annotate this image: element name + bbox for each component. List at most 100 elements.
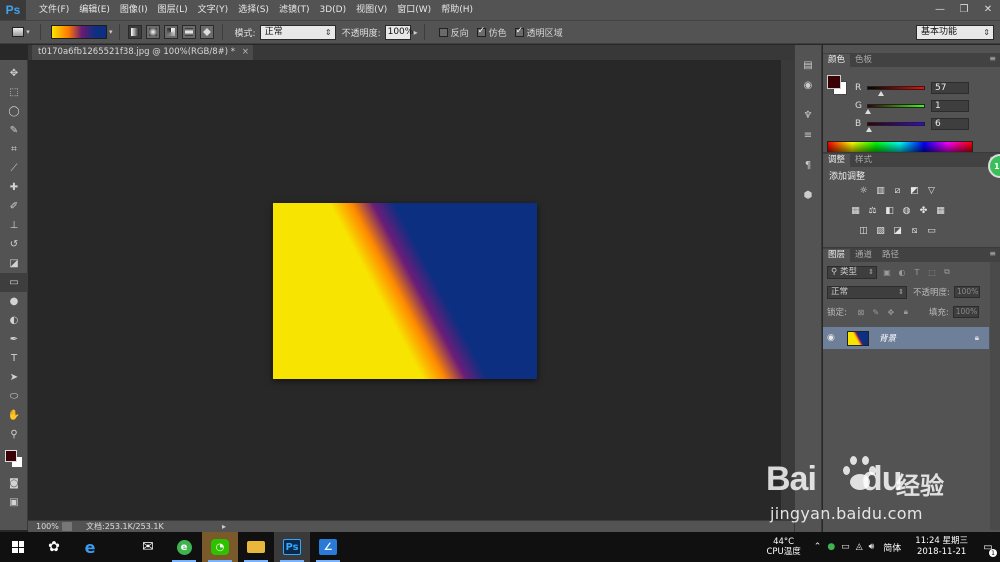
menu-item-10[interactable]: 帮助(H) xyxy=(436,0,478,20)
history-panel-icon[interactable]: ▤ xyxy=(795,55,821,75)
zoom-tool-icon[interactable]: ⚲ xyxy=(0,425,28,444)
tab-paths[interactable]: 路径 xyxy=(877,249,904,262)
slider-value-input[interactable]: 1 xyxy=(931,100,969,112)
color-lookup-icon[interactable]: ▦ xyxy=(934,205,947,217)
photo-filter-icon[interactable]: ◍ xyxy=(900,205,913,217)
properties-panel-icon[interactable]: ◉ xyxy=(795,75,821,95)
brush-presets-icon[interactable]: ≡ xyxy=(795,125,821,145)
fill-input[interactable]: 100% xyxy=(952,306,979,318)
brush-tool-icon[interactable]: ✐ xyxy=(0,197,28,216)
adjustment-filter-icon[interactable]: ◐ xyxy=(897,267,907,277)
selective-color-icon[interactable]: ⧅ xyxy=(908,225,921,237)
screen-mode-icon[interactable]: ▣ xyxy=(0,493,28,512)
system-clock[interactable]: 11:24 星期三 2018-11-21 xyxy=(915,536,968,558)
slider-value-input[interactable]: 6 xyxy=(931,118,969,130)
marquee-tool-icon[interactable]: ⬚ xyxy=(0,83,28,102)
tab-styles[interactable]: 样式 xyxy=(850,154,877,167)
lock-image-icon[interactable]: ✎ xyxy=(871,307,881,317)
black-white-icon[interactable]: ◧ xyxy=(883,205,896,217)
menu-item-7[interactable]: 3D(D) xyxy=(314,0,351,20)
chevron-up-icon[interactable]: ⌃ xyxy=(814,542,822,552)
angle-gradient-button[interactable] xyxy=(163,25,178,39)
menu-item-2[interactable]: 图像(I) xyxy=(115,0,153,20)
hand-tool-icon[interactable]: ✋ xyxy=(0,406,28,425)
eraser-tool-icon[interactable]: ◪ xyxy=(0,254,28,273)
slider-knob[interactable] xyxy=(866,127,873,132)
cpu-temperature[interactable]: 44°C CPU温度 xyxy=(766,537,800,557)
history-brush-tool-icon[interactable]: ↺ xyxy=(0,235,28,254)
gradient-tool-icon[interactable]: ▭ xyxy=(0,273,28,292)
paragraph-panel-icon[interactable]: ¶ xyxy=(795,155,821,175)
restore-button[interactable]: ❐ xyxy=(952,0,976,18)
levels-icon[interactable]: ▥ xyxy=(874,185,887,197)
dither-checkbox[interactable] xyxy=(476,26,486,37)
panel-menu-icon[interactable]: ≡ xyxy=(989,54,996,63)
slider-knob[interactable] xyxy=(865,109,872,114)
minimize-button[interactable]: — xyxy=(928,0,952,18)
color-panel-foreground[interactable] xyxy=(827,75,841,89)
move-tool-icon[interactable]: ✥ xyxy=(0,64,28,83)
taskbar-wechat[interactable]: ◔ xyxy=(202,532,238,562)
opacity-input[interactable]: 100% xyxy=(384,24,413,40)
document-image[interactable] xyxy=(273,203,537,379)
brightness-icon[interactable]: ☼ xyxy=(857,185,870,197)
shape-filter-icon[interactable]: ⬚ xyxy=(927,267,937,277)
document-tab[interactable]: t0170a6fb1265521f38.jpg @ 100%(RGB/8#) *… xyxy=(32,45,253,60)
type-tool-icon[interactable]: T xyxy=(0,349,28,368)
mode-select[interactable]: 正常 xyxy=(259,24,336,40)
channel-mixer-icon[interactable]: ✤ xyxy=(917,205,930,217)
menu-item-3[interactable]: 图层(L) xyxy=(153,0,193,20)
tab-swatches[interactable]: 色板 xyxy=(850,54,877,67)
foreground-color-swatch[interactable] xyxy=(5,450,17,462)
layer-row-background[interactable]: ◉ 背景 🔒︎ xyxy=(823,327,989,349)
gradient-map-icon[interactable]: ▭ xyxy=(925,225,938,237)
canvas-area[interactable] xyxy=(28,60,794,520)
visibility-eye-icon[interactable]: ◉ xyxy=(827,333,841,343)
smart-object-filter-icon[interactable]: ⧉ xyxy=(942,267,952,277)
invert-icon[interactable]: ◫ xyxy=(857,225,870,237)
tab-adjustments[interactable]: 调整 xyxy=(823,154,851,167)
crop-tool-icon[interactable]: ⌗ xyxy=(0,140,28,159)
taskbar-photoshop[interactable]: Ps xyxy=(274,532,310,562)
blend-mode-select[interactable]: 正常 xyxy=(827,285,907,299)
hue-saturation-icon[interactable]: ▦ xyxy=(849,205,862,217)
reverse-checkbox[interactable] xyxy=(438,27,448,37)
workspace-select[interactable]: 基本功能 xyxy=(916,25,994,40)
layers-scrollbar[interactable] xyxy=(990,262,1000,530)
volume-icon[interactable]: 🔊︎ xyxy=(869,542,875,552)
status-menu-arrow-icon[interactable]: ▸ xyxy=(222,522,226,531)
vibrance-icon[interactable]: ▽ xyxy=(925,185,938,197)
slider-track[interactable] xyxy=(867,86,925,96)
tool-preset-picker[interactable]: ▾ xyxy=(8,23,34,41)
lock-position-icon[interactable]: ✥ xyxy=(886,307,896,317)
action-center-button[interactable]: ▭ 1 xyxy=(976,532,1000,562)
exposure-icon[interactable]: ◩ xyxy=(908,185,921,197)
tray-app-icon[interactable]: ● xyxy=(827,542,835,552)
menu-item-8[interactable]: 视图(V) xyxy=(351,0,392,20)
taskbar-editor[interactable]: ∠ xyxy=(310,532,346,562)
gradient-picker-arrow-icon[interactable]: ▾ xyxy=(109,28,113,36)
ellipse-tool-icon[interactable]: ⬭ xyxy=(0,387,28,406)
lasso-tool-icon[interactable]: ◯ xyxy=(0,102,28,121)
zoom-level[interactable]: 100% xyxy=(28,522,62,531)
gradient-editor-swatch[interactable] xyxy=(51,25,107,39)
menu-item-0[interactable]: 文件(F) xyxy=(34,0,74,20)
menu-item-6[interactable]: 滤镜(T) xyxy=(274,0,315,20)
eyedropper-tool-icon[interactable]: ⟋ xyxy=(0,159,28,178)
network-icon[interactable]: ▭ xyxy=(841,542,850,552)
layer-name[interactable]: 背景 xyxy=(879,332,896,344)
layer-filter-select[interactable]: ⚲ 类型 xyxy=(827,265,877,279)
threshold-icon[interactable]: ◪ xyxy=(891,225,904,237)
dodge-tool-icon[interactable]: ◐ xyxy=(0,311,28,330)
reflected-gradient-button[interactable] xyxy=(181,25,196,39)
diamond-gradient-button[interactable] xyxy=(199,25,214,39)
blur-tool-icon[interactable]: ● xyxy=(0,292,28,311)
taskbar-file-explorer[interactable] xyxy=(238,532,274,562)
color-balance-icon[interactable]: ⚖ xyxy=(866,205,879,217)
slider-track[interactable] xyxy=(866,122,925,132)
opacity-slider-arrow-icon[interactable]: ▸ xyxy=(414,28,418,37)
quick-select-tool-icon[interactable]: ✎ xyxy=(0,121,28,140)
quick-mask-icon[interactable]: ◙ xyxy=(0,474,28,493)
taskbar-ie[interactable]: e xyxy=(72,532,108,562)
pen-tool-icon[interactable]: ✒ xyxy=(0,330,28,349)
